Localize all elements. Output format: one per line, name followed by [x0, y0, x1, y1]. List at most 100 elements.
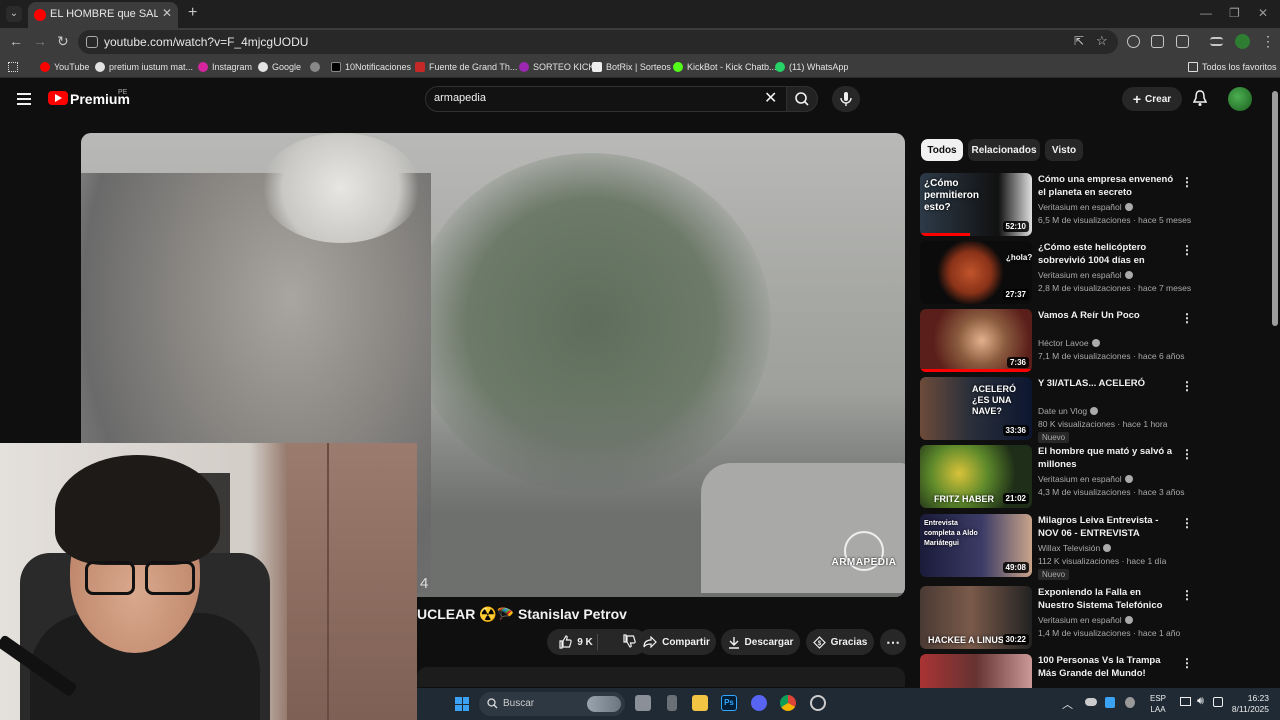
apps-grid-icon[interactable] — [8, 60, 18, 74]
reload-icon[interactable]: ↻ — [57, 33, 69, 50]
video-thumbnail[interactable] — [920, 654, 1032, 688]
app-icon[interactable] — [667, 695, 677, 711]
active-tab[interactable]: EL HOMBRE que SALVÓ al M ✕ — [28, 2, 178, 28]
rec-menu-icon[interactable]: ⋮ — [1181, 516, 1193, 530]
share-button[interactable]: Compartir — [637, 629, 716, 655]
search-box[interactable] — [425, 86, 788, 112]
address-bar[interactable]: youtube.com/watch?v=F_4mjcgUODU ⇱ ☆ — [78, 30, 1118, 54]
rec-menu-icon[interactable]: ⋮ — [1181, 447, 1193, 461]
account-avatar[interactable] — [1228, 87, 1252, 111]
windows-start-icon[interactable] — [455, 697, 469, 711]
network-icon[interactable] — [1180, 697, 1191, 706]
like-button[interactable]: 9 K — [558, 635, 593, 649]
youtube-logo-icon[interactable] — [48, 91, 68, 105]
site-info-icon[interactable] — [86, 36, 98, 48]
extension-icon[interactable] — [1127, 35, 1140, 48]
recommendation-card[interactable]: 100 Personas Vs la Trampa Más Grande del… — [920, 654, 1260, 688]
video-thumbnail[interactable]: Entrevista completa a Aldo Mariátegui 49… — [920, 514, 1032, 577]
new-tab-icon[interactable]: + — [188, 4, 197, 22]
photoshop-icon[interactable]: Ps — [721, 695, 737, 711]
system-clock[interactable]: 16:23 8/11/2025 — [1227, 693, 1269, 715]
create-button[interactable]: + Crear — [1122, 87, 1182, 111]
bookmark-botrix[interactable]: BotRix | Sorteos — [592, 60, 671, 74]
download-button[interactable]: Descargar — [721, 629, 800, 655]
recommendation-card[interactable]: FRITZ HABER 21:02 El hombre que mató y s… — [920, 445, 1260, 509]
volume-icon[interactable]: 🔊︎ — [1197, 695, 1204, 708]
recommendation-card[interactable]: Entrevista completa a Aldo Mariátegui 49… — [920, 514, 1260, 580]
thanks-button[interactable]: $ Gracias — [806, 629, 874, 655]
chip-todos[interactable]: Todos — [921, 139, 963, 161]
minimize-icon[interactable]: — — [1200, 6, 1212, 20]
rec-title[interactable]: 100 Personas Vs la Trampa Más Grande del… — [1038, 654, 1176, 680]
browser-menu-icon[interactable]: ⋮ — [1261, 33, 1275, 50]
rec-channel[interactable]: Willax Televisión — [1038, 543, 1112, 553]
url-text[interactable]: youtube.com/watch?v=F_4mjcgUODU — [104, 35, 308, 49]
bookmark-pretium[interactable]: pretium iustum mat... — [95, 60, 193, 74]
install-app-icon[interactable]: ⇱ — [1074, 34, 1084, 48]
video-thumbnail[interactable]: FRITZ HABER 21:02 — [920, 445, 1032, 508]
rec-title[interactable]: Vamos A Reír Un Poco — [1038, 309, 1176, 322]
bookmark-youtube[interactable]: YouTube — [40, 60, 89, 74]
profile-avatar[interactable] — [1235, 34, 1250, 49]
bookmark-sorteo-kick[interactable]: SORTEO KICK — [519, 60, 594, 74]
bookmark-whatsapp[interactable]: (11) WhatsApp — [775, 60, 848, 74]
recommendation-card[interactable]: 7:36 Vamos A Reír Un Poco Héctor Lavoe 7… — [920, 309, 1260, 373]
file-explorer-icon[interactable] — [692, 695, 708, 711]
voice-search-button[interactable] — [832, 86, 860, 112]
rec-channel[interactable]: Veritasium en español — [1038, 202, 1133, 212]
video-thumbnail[interactable]: HACKEE A LINUS 30:22 — [920, 586, 1032, 649]
window-close-icon[interactable]: ✕ — [1258, 6, 1268, 20]
recommendation-card[interactable]: ¿hola? 27:37 ¿Cómo este helicóptero sobr… — [920, 241, 1260, 305]
bookmark-kickbot[interactable]: KickBot - Kick Chatb... — [673, 60, 777, 74]
recommendation-card[interactable]: ¿Cómo permitieron esto? 52:10 Cómo una e… — [920, 173, 1260, 237]
clear-search-icon[interactable]: ✕ — [764, 88, 777, 108]
video-thumbnail[interactable]: ¿hola? 27:37 — [920, 241, 1032, 304]
discord-icon[interactable] — [751, 695, 767, 711]
rec-channel[interactable]: Héctor Lavoe — [1038, 338, 1100, 348]
video-thumbnail[interactable]: 7:36 — [920, 309, 1032, 372]
chip-visto[interactable]: Visto — [1045, 139, 1083, 161]
rec-channel[interactable]: Veritasium en español — [1038, 270, 1133, 280]
video-thumbnail[interactable]: ¿Cómo permitieron esto? 52:10 — [920, 173, 1032, 236]
rec-channel[interactable]: Date un Vlog — [1038, 406, 1099, 416]
rec-channel[interactable]: Veritasium en español — [1038, 615, 1133, 625]
menu-icon[interactable] — [17, 93, 31, 108]
bookmark-globe[interactable] — [310, 60, 324, 74]
bookmark-google[interactable]: Google — [258, 60, 301, 74]
rec-title[interactable]: El hombre que mató y salvó a millones — [1038, 445, 1176, 471]
rec-menu-icon[interactable]: ⋮ — [1181, 243, 1193, 257]
search-input[interactable] — [434, 92, 754, 104]
taskbar-search[interactable]: Buscar — [479, 692, 625, 716]
rec-menu-icon[interactable]: ⋮ — [1181, 379, 1193, 393]
rec-menu-icon[interactable]: ⋮ — [1181, 588, 1193, 602]
battery-icon[interactable] — [1213, 697, 1223, 707]
chip-relacionados[interactable]: Relacionados — [968, 139, 1040, 161]
page-scrollbar-thumb[interactable] — [1272, 91, 1278, 326]
rec-menu-icon[interactable]: ⋮ — [1181, 175, 1193, 189]
security-icon[interactable] — [1105, 697, 1115, 708]
tray-app-icon[interactable] — [1125, 697, 1135, 708]
search-button[interactable] — [786, 86, 818, 112]
rec-title[interactable]: Milagros Leiva Entrevista - NOV 06 - ENT… — [1038, 514, 1176, 541]
bookmark-instagram[interactable]: Instagram — [198, 60, 252, 74]
recommendation-card[interactable]: HACKEE A LINUS 30:22 Exponiendo la Falla… — [920, 586, 1260, 650]
bookmark-fuente-gta[interactable]: Fuente de Grand Th... — [415, 60, 517, 74]
video-thumbnail[interactable]: ACELERÓ ¿ES UNA NAVE? 33:36 — [920, 377, 1032, 440]
rec-channel[interactable]: Veritasium en español — [1038, 474, 1133, 484]
onedrive-icon[interactable] — [1085, 698, 1097, 706]
rec-title[interactable]: Exponiendo la Falla en Nuestro Sistema T… — [1038, 586, 1176, 612]
back-icon[interactable]: ← — [9, 33, 23, 49]
tab-close-icon[interactable]: ✕ — [162, 6, 172, 20]
rec-title[interactable]: ¿Cómo este helicóptero sobrevivió 1004 d… — [1038, 241, 1176, 268]
app-circle-icon[interactable] — [810, 695, 826, 711]
task-view-icon[interactable] — [635, 695, 651, 711]
rec-menu-icon[interactable]: ⋮ — [1181, 656, 1193, 670]
tray-chevron-icon[interactable]: ︿ — [1062, 696, 1073, 712]
bookmark-star-icon[interactable]: ☆ — [1096, 33, 1108, 49]
description-box[interactable] — [417, 667, 905, 687]
rec-title[interactable]: Cómo una empresa envenenó el planeta en … — [1038, 173, 1176, 199]
dislike-button[interactable] — [622, 633, 636, 651]
extension-2-icon[interactable] — [1151, 35, 1164, 48]
forward-icon[interactable]: → — [33, 33, 47, 49]
reading-list-icon[interactable] — [1210, 37, 1223, 46]
